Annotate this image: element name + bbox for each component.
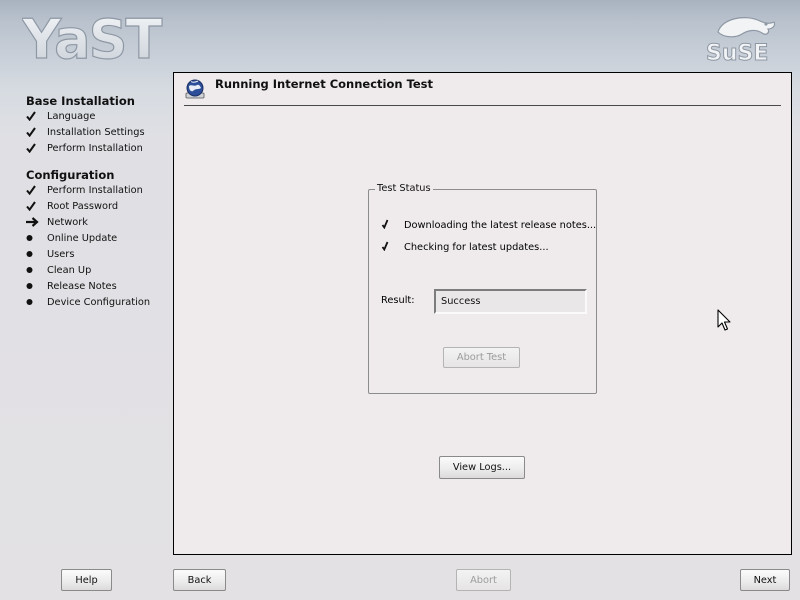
sidebar-item-label: Installation Settings [47, 126, 145, 138]
checkmark-icon [26, 127, 47, 137]
back-button[interactable]: Back [173, 569, 226, 591]
sidebar-item-installation-settings: Installation Settings [26, 124, 145, 140]
mouse-pointer-icon [717, 309, 731, 331]
bullet-icon [26, 250, 47, 258]
checkmark-icon [381, 241, 404, 254]
sidebar-item-label: Device Configuration [47, 296, 151, 308]
sidebar-item-release-notes: Release Notes [26, 278, 117, 294]
sidebar-item-label: Language [47, 110, 96, 122]
test-status-groupbox: Test Status Downloading the latest relea… [368, 183, 597, 394]
sidebar-item-network: Network [26, 214, 88, 230]
checkmark-icon [26, 185, 47, 195]
checkmark-icon [381, 219, 404, 232]
bullet-icon [26, 282, 47, 290]
sidebar-item-root-password: Root Password [26, 198, 118, 214]
checkmark-icon [26, 201, 47, 211]
sidebar-item-perform-installation: Perform Installation [26, 140, 143, 156]
bullet-icon [26, 266, 47, 274]
sidebar-item-label: Network [47, 216, 88, 228]
sidebar-item-label: Users [47, 248, 75, 260]
svg-text:SuSE: SuSE [706, 41, 768, 64]
sidebar-item-label: Release Notes [47, 280, 117, 292]
sidebar-item-label: Perform Installation [47, 142, 143, 154]
svg-text:YaST: YaST [22, 12, 162, 64]
result-field: Success [434, 289, 587, 314]
status-step-label: Downloading the latest release notes... [404, 219, 597, 231]
sidebar-item-online-update: Online Update [26, 230, 117, 246]
view-logs-button[interactable]: View Logs... [439, 456, 525, 479]
title-divider [184, 105, 781, 106]
globe-network-icon [185, 79, 205, 99]
arrow-right-icon [26, 217, 47, 227]
status-step-updates: Checking for latest updates... [381, 240, 549, 254]
bullet-icon [26, 298, 47, 306]
suse-logo: SuSE [706, 17, 776, 64]
sidebar-item-label: Root Password [47, 200, 119, 212]
sidebar-item-perform-installation-config: Perform Installation [26, 182, 143, 198]
sidebar-item-users: Users [26, 246, 74, 262]
sidebar-heading-configuration: Configuration [26, 168, 115, 182]
sidebar-item-label: Clean Up [47, 264, 92, 276]
sidebar-item-label: Perform Installation [47, 184, 143, 196]
sidebar-item-clean-up: Clean Up [26, 262, 91, 278]
bullet-icon [26, 234, 47, 242]
sidebar-item-device-configuration: Device Configuration [26, 294, 150, 310]
dialog-title: Running Internet Connection Test [215, 77, 434, 91]
abort-test-button[interactable]: Abort Test [443, 347, 520, 368]
sidebar-item-language: Language [26, 108, 95, 124]
help-button[interactable]: Help [61, 569, 112, 591]
sidebar-item-label: Online Update [47, 232, 118, 244]
sidebar-heading-base-installation: Base Installation [26, 94, 135, 108]
yast-logo: YaST [22, 12, 165, 64]
checkmark-icon [26, 143, 47, 153]
abort-button[interactable]: Abort [456, 569, 511, 591]
next-button[interactable]: Next [740, 569, 790, 591]
dialog-panel: Running Internet Connection Test Test St… [173, 72, 792, 555]
result-label: Result: [381, 295, 415, 306]
groupbox-legend: Test Status [375, 183, 433, 194]
status-step-release-notes: Downloading the latest release notes... [381, 218, 596, 232]
status-step-label: Checking for latest updates... [404, 241, 549, 253]
checkmark-icon [26, 111, 47, 121]
